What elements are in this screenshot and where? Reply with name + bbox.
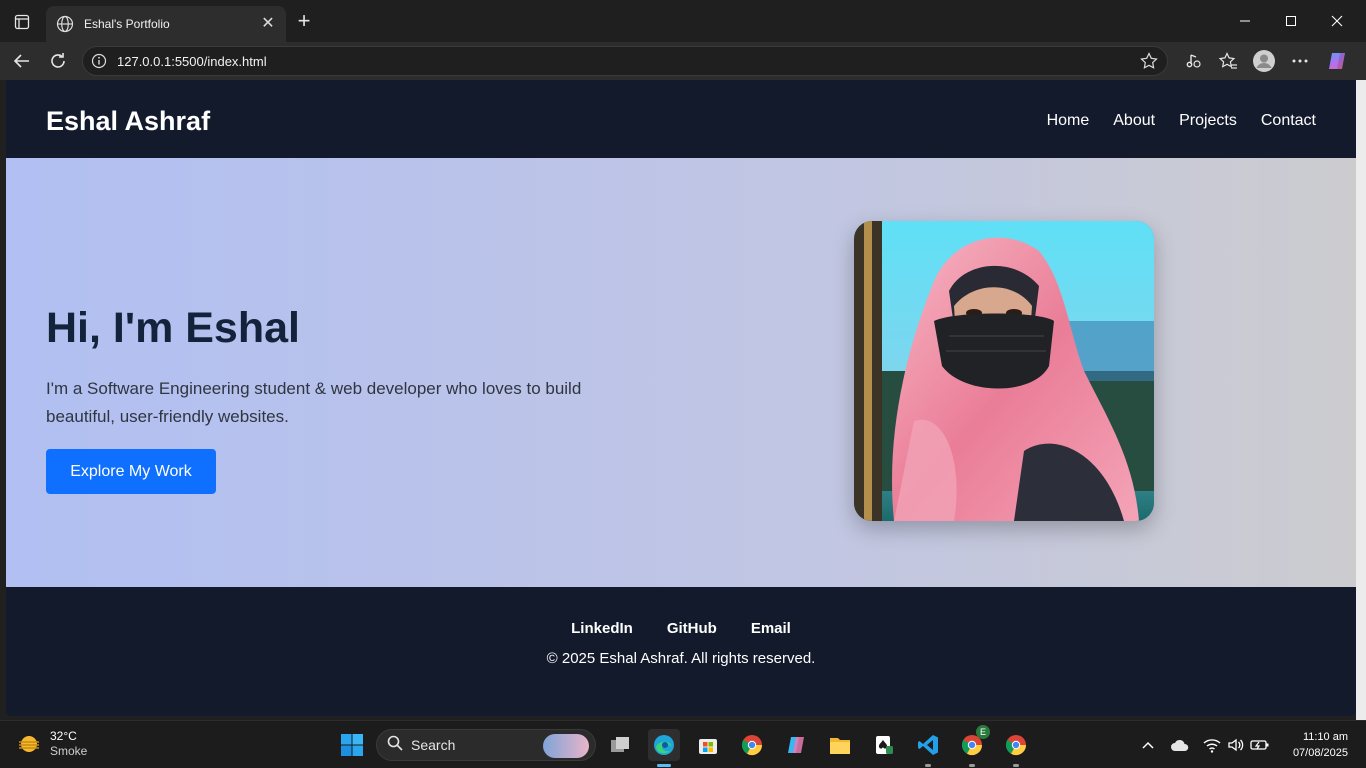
new-tab-icon[interactable]: +: [292, 10, 316, 34]
taskbar-search[interactable]: Search: [376, 729, 596, 761]
maximize-icon[interactable]: [1278, 8, 1304, 34]
back-icon[interactable]: [10, 49, 34, 73]
close-tab-icon[interactable]: ✕: [260, 16, 276, 32]
hero-title: Hi, I'm Eshal: [46, 304, 300, 352]
favorite-star-icon[interactable]: [1139, 51, 1159, 71]
nav-home-link[interactable]: Home: [1047, 112, 1090, 130]
footer-links: LinkedIn GitHub Email: [6, 620, 1356, 637]
footer-github-link[interactable]: GitHub: [667, 620, 717, 637]
nav-about-link[interactable]: About: [1113, 112, 1155, 130]
clock-time: 11:10 am: [1302, 731, 1348, 743]
address-bar[interactable]: 127.0.0.1:5500/index.html: [82, 46, 1168, 76]
tab-actions-icon[interactable]: [12, 12, 32, 32]
copilot-app-icon[interactable]: [780, 729, 812, 761]
nav-projects-link[interactable]: Projects: [1179, 112, 1237, 130]
clock-date: 07/08/2025: [1292, 747, 1348, 759]
solitaire-icon[interactable]: [868, 729, 900, 761]
globe-icon: [56, 15, 74, 33]
onedrive-cloud-icon[interactable]: [1170, 735, 1190, 755]
windows-start-icon[interactable]: [336, 729, 368, 761]
chevron-up-icon[interactable]: [1138, 735, 1158, 755]
microsoft-store-icon[interactable]: [692, 729, 724, 761]
profile-photo: [854, 221, 1154, 521]
hero-section: Hi, I'm Eshal I'm a Software Engineering…: [6, 158, 1356, 587]
minimize-icon[interactable]: [1232, 8, 1258, 34]
browser-titlebar: Eshal's Portfolio ✕ +: [0, 0, 1366, 42]
desktop-background-strip: [1356, 80, 1366, 720]
profile-avatar-icon[interactable]: [1253, 50, 1275, 72]
site-nav: Home About Projects Contact: [1047, 112, 1316, 130]
hero-description: I'm a Software Engineering student & web…: [46, 379, 582, 426]
chrome-icon[interactable]: [736, 729, 768, 761]
search-icon: [387, 735, 403, 756]
running-app-indicator: [925, 764, 931, 767]
system-clock[interactable]: 11:10 am 07/08/2025: [1293, 729, 1348, 761]
site-header: Eshal Ashraf Home About Projects Contact: [6, 82, 1356, 158]
browser-tab[interactable]: Eshal's Portfolio ✕: [46, 6, 286, 42]
file-explorer-icon[interactable]: [824, 729, 856, 761]
profile-badge: E: [976, 725, 990, 739]
weather-condition: Smoke: [50, 744, 88, 758]
volume-icon[interactable]: [1226, 735, 1246, 755]
footer-email-link[interactable]: Email: [751, 620, 791, 637]
footer-linkedin-link[interactable]: LinkedIn: [571, 620, 633, 637]
running-app-indicator: [969, 764, 975, 767]
tab-title: Eshal's Portfolio: [84, 17, 170, 31]
chrome-profile-icon[interactable]: E: [956, 725, 990, 767]
browser-toolbar: 127.0.0.1:5500/index.html: [0, 42, 1366, 80]
search-highlight-image: [543, 734, 589, 758]
edge-browser-icon[interactable]: [648, 729, 680, 767]
task-view-icon[interactable]: [604, 729, 636, 761]
running-app-indicator: [1013, 764, 1019, 767]
url-text: 127.0.0.1:5500/index.html: [117, 54, 267, 69]
weather-widget[interactable]: 32°C Smoke: [16, 729, 87, 759]
close-window-icon[interactable]: [1324, 8, 1350, 34]
copilot-icon[interactable]: [1326, 50, 1348, 72]
more-options-icon[interactable]: [1289, 50, 1311, 72]
vscode-icon[interactable]: [912, 729, 944, 767]
windows-taskbar: 32°C Smoke Search E 11:10 am 07/08/2025: [0, 720, 1366, 768]
site-logo[interactable]: Eshal Ashraf: [46, 106, 210, 137]
explore-work-button[interactable]: Explore My Work: [46, 449, 216, 494]
smoke-weather-icon: [16, 731, 42, 757]
battery-charging-icon[interactable]: [1250, 735, 1270, 755]
search-label: Search: [411, 737, 456, 753]
active-app-indicator: [657, 764, 671, 767]
copyright-text: © 2025 Eshal Ashraf. All rights reserved…: [546, 650, 816, 667]
chrome-second-icon[interactable]: [1000, 729, 1032, 767]
refresh-icon[interactable]: [46, 49, 70, 73]
nav-contact-link[interactable]: Contact: [1261, 112, 1316, 130]
read-aloud-icon[interactable]: [1182, 50, 1204, 72]
site-footer: LinkedIn GitHub Email © 2025 Eshal Ashra…: [6, 587, 1356, 716]
page-viewport: Eshal Ashraf Home About Projects Contact…: [6, 80, 1356, 716]
favorites-icon[interactable]: [1217, 50, 1239, 72]
weather-temperature: 32°C: [50, 729, 77, 743]
wifi-icon[interactable]: [1202, 735, 1222, 755]
site-info-icon[interactable]: [91, 53, 107, 69]
